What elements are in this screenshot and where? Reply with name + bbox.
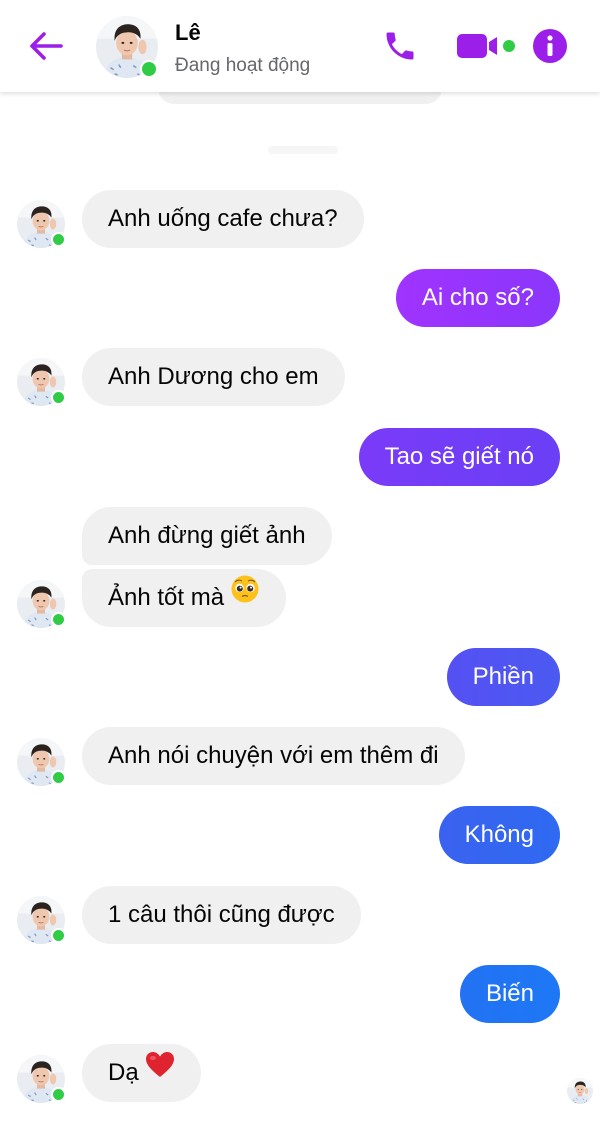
message-text: Dạ: [108, 1059, 139, 1086]
sender-avatar[interactable]: [17, 1055, 66, 1103]
online-status-dot: [140, 60, 158, 78]
outgoing-message[interactable]: Phiền: [446, 648, 560, 706]
outgoing-message[interactable]: Không: [438, 806, 560, 864]
online-status-dot: [51, 612, 66, 627]
outgoing-message[interactable]: Tao sẽ giết nó: [358, 428, 560, 486]
incoming-message[interactable]: Anh uống cafe chưa?: [82, 190, 364, 248]
pleading-face-emoji: [230, 568, 260, 626]
contact-avatar[interactable]: [96, 16, 158, 78]
incoming-message[interactable]: Ảnh tốt mà: [82, 568, 287, 627]
message-text: Ảnh tốt mà: [108, 584, 225, 611]
online-status-dot: [51, 232, 66, 247]
sender-avatar[interactable]: [17, 896, 66, 944]
online-status-dot: [51, 928, 66, 943]
incoming-message[interactable]: 1 câu thôi cũng được: [82, 886, 361, 944]
incoming-message[interactable]: Dạ: [82, 1044, 201, 1102]
seen-indicator-avatar: [567, 1078, 593, 1104]
incoming-message[interactable]: Anh Dương cho em: [82, 348, 345, 406]
voice-call-button[interactable]: [380, 26, 420, 66]
contact-name[interactable]: Lê: [175, 20, 201, 46]
faded-timestamp: [268, 146, 338, 154]
contact-status: Đang hoạt động: [175, 55, 311, 76]
incoming-message[interactable]: Anh nói chuyện với em thêm đi: [82, 727, 465, 785]
online-status-dot: [51, 390, 66, 405]
online-status-dot: [51, 1087, 66, 1102]
sender-avatar[interactable]: [17, 358, 66, 406]
info-icon: [533, 29, 567, 63]
arrow-left-icon: [30, 32, 63, 60]
outgoing-message[interactable]: Ai cho số?: [395, 269, 560, 327]
back-button[interactable]: [26, 26, 66, 66]
chat-header: Lê Đang hoạt động: [0, 0, 600, 92]
video-call-button[interactable]: [455, 28, 517, 64]
online-status-dot: [51, 770, 66, 785]
info-button[interactable]: [530, 26, 570, 66]
outgoing-message[interactable]: Biến: [459, 965, 560, 1023]
incoming-message[interactable]: Anh đừng giết ảnh: [82, 507, 332, 565]
video-camera-icon: [457, 34, 515, 58]
sender-avatar[interactable]: [17, 738, 66, 786]
red-heart-emoji: [145, 1043, 175, 1101]
phone-icon: [386, 32, 414, 60]
avatar-image: [567, 1078, 593, 1104]
sender-avatar[interactable]: [17, 200, 66, 248]
sender-avatar[interactable]: [17, 580, 66, 628]
